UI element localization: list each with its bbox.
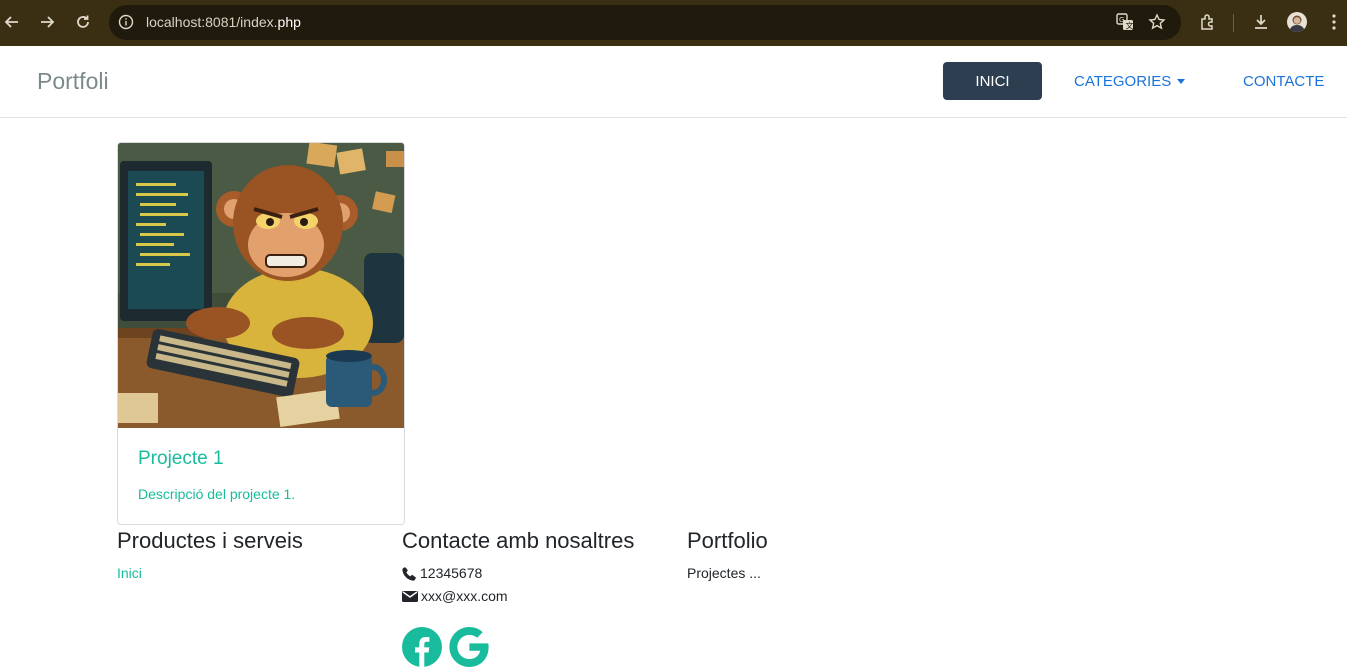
browser-toolbar: localhost:8081/index.php 文G [0, 0, 1347, 46]
footer-portfolio-text: Projectes ... [687, 565, 761, 581]
footer-phone: 12345678 [402, 565, 482, 581]
address-url: localhost:8081/index.php [146, 14, 301, 30]
brand-link[interactable]: Portfoli [37, 68, 109, 95]
back-arrow-icon[interactable] [1, 11, 23, 33]
footer-contact-title: Contacte amb nosaltres [402, 528, 635, 553]
project-image[interactable] [118, 143, 404, 428]
email-address: xxx@xxx.com [421, 588, 508, 604]
card-title[interactable]: Projecte 1 [138, 448, 224, 470]
extensions-icon[interactable] [1197, 11, 1219, 33]
url-file: php [277, 14, 301, 30]
facebook-icon[interactable] [402, 627, 442, 667]
footer-email: xxx@xxx.com [402, 588, 508, 604]
reload-icon[interactable] [72, 11, 94, 33]
nav-item-inici[interactable]: INICI [943, 62, 1042, 100]
project-card: Projecte 1 Descripció del projecte 1. [117, 142, 405, 525]
envelope-icon [402, 590, 418, 602]
card-description: Descripció del projecte 1. [138, 486, 296, 502]
footer-portfolio-title: Portfolio [687, 528, 768, 553]
footer-link-inici[interactable]: Inici [117, 565, 142, 581]
download-icon[interactable] [1250, 11, 1272, 33]
site-info-icon[interactable] [118, 14, 134, 35]
translate-icon[interactable]: 文G [1116, 13, 1134, 36]
profile-avatar-icon[interactable] [1287, 12, 1307, 32]
footer-products-title: Productes i serveis [117, 528, 303, 553]
svg-text:G: G [1119, 16, 1124, 24]
menu-kebab-icon[interactable] [1323, 11, 1345, 33]
nav-item-contacte[interactable]: CONTACTE [1243, 73, 1324, 90]
url-host: localhost:8081/index. [146, 14, 278, 30]
nav-item-label: CATEGORIES [1074, 73, 1172, 90]
phone-icon [402, 566, 416, 581]
forward-arrow-icon[interactable] [36, 11, 58, 33]
caret-down-icon [1177, 79, 1186, 84]
phone-number: 12345678 [420, 565, 483, 581]
address-bar[interactable]: localhost:8081/index.php 文G [109, 5, 1181, 40]
site-navbar: Portfoli INICI CATEGORIES CONTACTE [0, 46, 1347, 118]
bookmark-star-icon[interactable] [1148, 13, 1166, 36]
svg-text:文: 文 [1126, 21, 1134, 31]
nav-item-categories[interactable]: CATEGORIES [1074, 73, 1186, 90]
nav-item-label: INICI [975, 72, 1010, 90]
google-icon[interactable] [449, 627, 489, 667]
toolbar-separator [1233, 14, 1234, 32]
